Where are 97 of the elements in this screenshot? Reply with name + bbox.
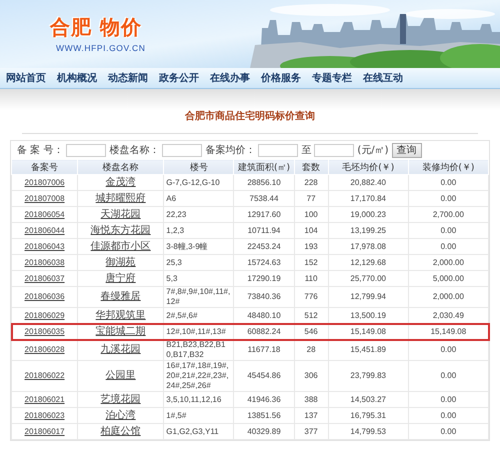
table-cell: 15724.63 — [234, 254, 294, 270]
table-cell: 13,199.25 — [328, 222, 408, 238]
table-cell: A6 — [164, 190, 234, 206]
table-cell: 0.00 — [408, 238, 488, 254]
table-cell: 22,23 — [164, 206, 234, 222]
column-header: 装修均价(￥) — [408, 160, 488, 174]
nav-link[interactable]: 政务公开 — [159, 71, 199, 85]
table-cell: 12#,10#,11#,13# — [164, 324, 234, 340]
field-label: 楼盘名称： — [109, 144, 160, 157]
table-cell: 7#,8#,9#,10#,11#,12# — [164, 286, 234, 308]
table-cell: 228 — [294, 174, 328, 190]
table-cell: 28856.10 — [234, 174, 294, 190]
table-cell: 306 — [294, 360, 328, 392]
query-button[interactable]: 查询 — [392, 142, 422, 158]
table-cell: 0.00 — [408, 424, 488, 440]
table-cell: 16,795.31 — [328, 408, 408, 424]
nav-link[interactable]: 动态新闻 — [108, 71, 148, 85]
table-cell: 110 — [294, 270, 328, 286]
table-cell: 0.00 — [408, 360, 488, 392]
column-header: 建筑面积(㎡) — [234, 160, 294, 174]
table-cell: 77 — [294, 190, 328, 206]
table-cell: 2#,5#,6# — [164, 308, 234, 324]
table-cell: 22453.24 — [234, 238, 294, 254]
table-cell: 2,700.00 — [408, 206, 488, 222]
nav-link[interactable]: 在线互动 — [363, 71, 403, 85]
table-cell: 73840.36 — [234, 286, 294, 308]
table-cell: 377 — [294, 424, 328, 440]
table-cell: 14,503.27 — [328, 392, 408, 408]
table-cell: 0.00 — [408, 392, 488, 408]
table-cell: 10711.94 — [234, 222, 294, 238]
table-cell: 12917.60 — [234, 206, 294, 222]
table-cell: 17290.19 — [234, 270, 294, 286]
table-cell: 16#,17#,18#,19#,20#,21#,22#,23#,24#,25#,26# — [164, 360, 234, 392]
table-cell: 17,170.84 — [328, 190, 408, 206]
table-cell: 0.00 — [408, 340, 488, 360]
table-cell: 13851.56 — [234, 408, 294, 424]
field-label: 备案均价： — [205, 144, 256, 157]
field-label: 至 — [301, 144, 312, 157]
table-cell: 19,000.23 — [328, 206, 408, 222]
table-cell: 3,5,10,11,12,16 — [164, 392, 234, 408]
table-cell: 14,799.53 — [328, 424, 408, 440]
table-cell: 193 — [294, 238, 328, 254]
column-header: 楼盘名称 — [78, 160, 164, 174]
table-cell: G1,G2,G3,Y11 — [164, 424, 234, 440]
nav-link[interactable]: 网站首页 — [6, 71, 46, 85]
record-link[interactable]: 201806022 — [24, 371, 65, 380]
input-field[interactable] — [66, 144, 106, 156]
site-url: WWW.HFPI.GOV.CN — [56, 43, 146, 53]
table-cell: 41946.36 — [234, 392, 294, 408]
table-cell: 28 — [294, 340, 328, 360]
table-cell: 1#,5# — [164, 408, 234, 424]
input-field[interactable] — [162, 144, 202, 156]
column-header: 楼号 — [164, 160, 234, 174]
table-cell: G-7,G-12,G-10 — [164, 174, 234, 190]
table-cell: 25,3 — [164, 254, 234, 270]
table-cell: 1,2,3 — [164, 222, 234, 238]
table-cell: 388 — [294, 392, 328, 408]
table-cell: 2,000.00 — [408, 254, 488, 270]
table-cell: 152 — [294, 254, 328, 270]
table-cell: 0.00 — [408, 174, 488, 190]
table-cell: 100 — [294, 206, 328, 222]
table-cell: 5,000.00 — [408, 270, 488, 286]
nav-link[interactable]: 在线办事 — [210, 71, 250, 85]
table-cell: 20,882.40 — [328, 174, 408, 190]
table-cell: 7538.44 — [234, 190, 294, 206]
table-cell: 776 — [294, 286, 328, 308]
site-logo: 合肥 物价 — [50, 14, 142, 41]
table-cell: 3-8幢,3-9幢 — [164, 238, 234, 254]
table-cell: 0.00 — [408, 408, 488, 424]
table-cell: 137 — [294, 408, 328, 424]
table-cell: 104 — [294, 222, 328, 238]
estate-link[interactable]: 公园里 — [106, 370, 136, 381]
nav-link[interactable]: 专题专栏 — [312, 71, 352, 85]
table-cell: 11677.18 — [234, 340, 294, 360]
table-cell: 15,451.89 — [328, 340, 408, 360]
page-title: 合肥市商品住宅明码标价查询 — [185, 109, 315, 123]
nav-link[interactable]: 价格服务 — [261, 71, 301, 85]
field-label: 备 案 号： — [17, 144, 64, 157]
column-header: 毛坯均价(￥) — [328, 160, 408, 174]
input-field[interactable] — [258, 144, 298, 156]
nav-link[interactable]: 机构概况 — [57, 71, 97, 85]
table-cell: 0.00 — [408, 222, 488, 238]
column-header: 套数 — [294, 160, 328, 174]
table-cell: 40329.89 — [234, 424, 294, 440]
table-cell: 12,129.68 — [328, 254, 408, 270]
table-cell: 0.00 — [408, 190, 488, 206]
unit-label: (元/㎡) — [357, 144, 389, 157]
table-cell: 12,799.94 — [328, 286, 408, 308]
table-cell: 17,978.08 — [328, 238, 408, 254]
table-cell: B21,B23,B22,B10,B17,B32 — [164, 340, 234, 360]
column-header: 备案号 — [12, 160, 78, 174]
input-field[interactable] — [314, 144, 354, 156]
table-cell: 23,799.83 — [328, 360, 408, 392]
table-cell: 5,3 — [164, 270, 234, 286]
table-cell: 45454.86 — [234, 360, 294, 392]
table-cell: 2,000.00 — [408, 286, 488, 308]
table-cell: 25,770.00 — [328, 270, 408, 286]
